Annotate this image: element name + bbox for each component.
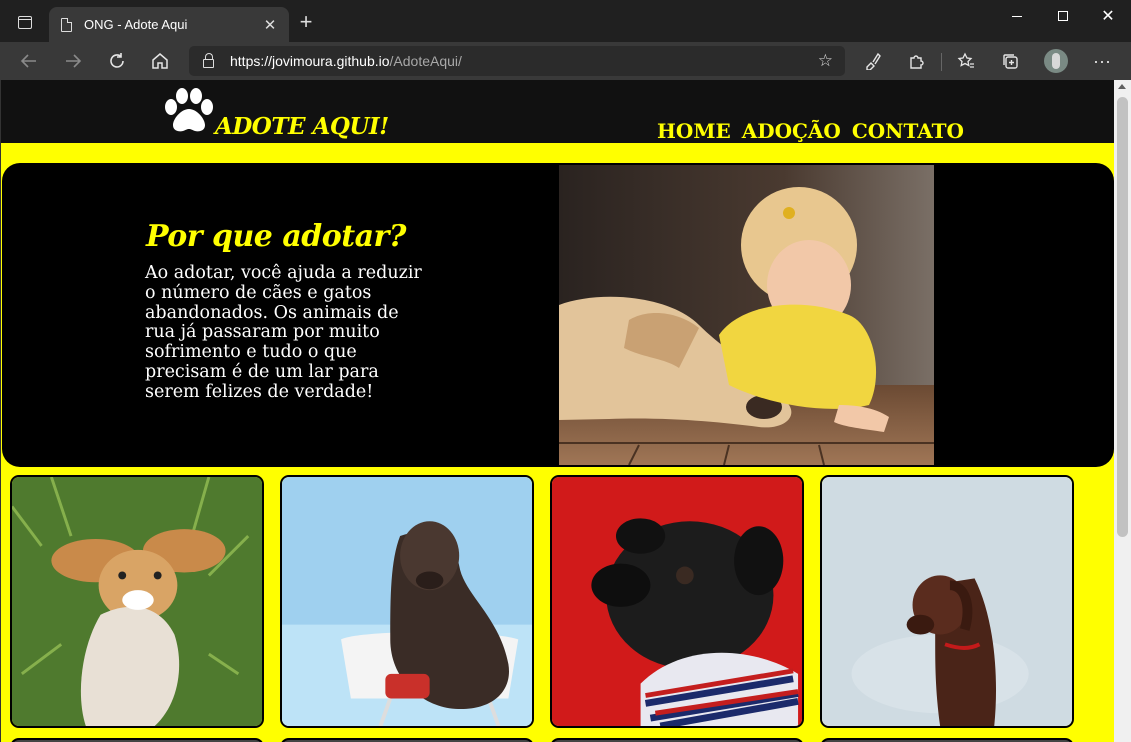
collections-icon[interactable] (997, 48, 1023, 74)
page-icon (61, 17, 72, 32)
brand-title[interactable]: ADOTE AQUI! (215, 113, 389, 140)
hero-section: Por que adotar? Ao adotar, você ajuda a … (2, 163, 1114, 467)
hero-text: Ao adotar, você ajuda a reduzir o número… (145, 263, 422, 402)
dog-photo-chocolate-lab (822, 477, 1072, 726)
close-window-icon[interactable]: ✕ (1085, 0, 1131, 32)
dog-photo-labrador-chair (282, 477, 532, 726)
dog-card[interactable] (10, 475, 264, 728)
read-aloud-icon[interactable] (860, 48, 886, 74)
dog-card-partial (550, 738, 804, 742)
tab-title: ONG - Adote Aqui (84, 17, 188, 32)
maximize-icon[interactable] (1040, 0, 1086, 32)
site-header: ADOTE AQUI! HOME ADOÇÃO CONTATO (1, 80, 1114, 143)
home-icon[interactable] (147, 48, 173, 74)
url-path: /AdoteAqui/ (389, 53, 462, 69)
nav-adocao[interactable]: ADOÇÃO (742, 119, 841, 143)
dog-gallery (10, 475, 1110, 742)
page-viewport: ADOTE AQUI! HOME ADOÇÃO CONTATO Por que … (0, 80, 1114, 742)
address-bar[interactable]: https://jovimoura.github.io/AdoteAqui/ ☆ (189, 46, 845, 76)
dog-card-partial (280, 738, 534, 742)
refresh-icon[interactable] (104, 48, 130, 74)
profile-avatar[interactable] (1044, 49, 1068, 73)
hero-image (559, 165, 934, 465)
browser-titlebar: ONG - Adote Aqui ✕ + ✕ (0, 0, 1131, 42)
close-icon[interactable]: ✕ (261, 16, 279, 34)
dog-photo-pug (552, 477, 802, 726)
more-icon[interactable]: ··· (1089, 48, 1115, 74)
url-host: https://jovimoura.github.io (230, 53, 390, 69)
back-icon[interactable] (16, 48, 42, 74)
dog-card[interactable] (550, 475, 804, 728)
scrollbar-thumb[interactable] (1117, 97, 1128, 537)
browser-toolbar: https://jovimoura.github.io/AdoteAqui/ ☆… (0, 42, 1131, 80)
dog-card[interactable] (280, 475, 534, 728)
paw-icon[interactable] (161, 87, 217, 135)
dog-card-partial (10, 738, 264, 742)
scroll-up-icon[interactable] (1118, 84, 1126, 89)
hero-title: Por que adotar? (146, 219, 406, 254)
forward-icon[interactable] (60, 48, 86, 74)
lock-icon[interactable] (203, 53, 214, 68)
extensions-icon[interactable] (904, 48, 930, 74)
nav-contato[interactable]: CONTATO (852, 119, 964, 143)
main-nav: HOME ADOÇÃO CONTATO (657, 119, 964, 143)
dog-card[interactable] (820, 475, 1074, 728)
dog-photo-cocker (12, 477, 262, 726)
tab-actions-icon[interactable] (8, 8, 42, 36)
minimize-icon[interactable] (994, 0, 1040, 32)
browser-tab[interactable]: ONG - Adote Aqui ✕ (49, 7, 289, 42)
nav-home[interactable]: HOME (657, 119, 731, 143)
dog-card-partial (820, 738, 1074, 742)
toolbar-separator (941, 53, 942, 71)
favorites-icon[interactable] (953, 48, 979, 74)
new-tab-icon[interactable]: + (295, 11, 317, 34)
page-scrollbar[interactable] (1114, 80, 1131, 742)
add-favorite-icon[interactable]: ☆ (818, 51, 833, 71)
